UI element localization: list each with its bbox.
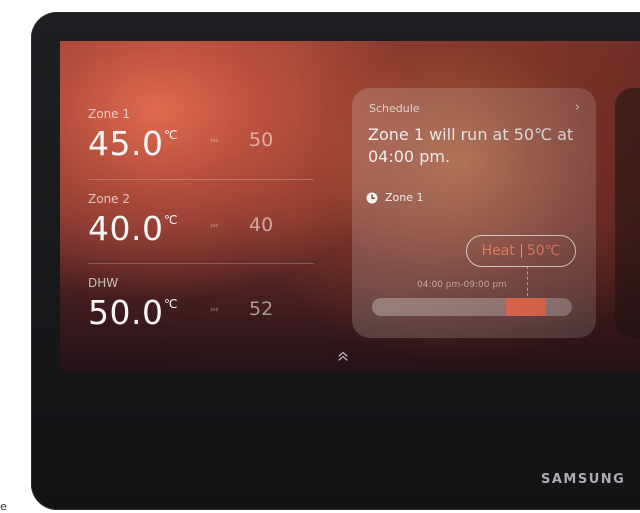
zone-label: Zone 1 (88, 107, 130, 121)
divider (88, 179, 314, 180)
schedule-title: Schedule (369, 102, 420, 115)
current-temperature: 50.0 (88, 293, 164, 332)
schedule-zone: Zone 1 (366, 191, 424, 204)
target-temperature: 40 (249, 214, 274, 236)
temperature-unit: ℃ (164, 297, 178, 311)
clock-icon (366, 192, 378, 203)
pill-separator (520, 244, 522, 258)
arrows-icon: ››› (210, 305, 219, 315)
zone-label: DHW (88, 276, 119, 290)
pill-connector (527, 266, 528, 296)
temperature-unit: ℃ (164, 213, 178, 227)
zone-1-row[interactable]: Zone 1 45.0 ℃ ››› 50 (88, 107, 316, 163)
divider (88, 263, 314, 264)
schedule-message: Zone 1 will run at 50℃ at 04:00 pm. (368, 125, 574, 166)
thermostat-screen: Zone 1 45.0 ℃ ››› 50 Zone 2 40.0 ℃ ››› 4… (60, 41, 640, 372)
temperature-unit: ℃ (164, 128, 178, 142)
chevron-double-up-icon[interactable] (337, 350, 349, 362)
current-temperature: 45.0 (88, 124, 164, 163)
stray-text: e (0, 500, 7, 513)
heat-mode-label: Heat (481, 243, 515, 259)
zone-label: Zone 2 (88, 192, 130, 206)
dhw-row[interactable]: DHW 50.0 ℃ ››› 52 (88, 276, 316, 332)
schedule-timeline[interactable] (372, 298, 572, 316)
heat-mode-pill[interactable]: Heat 50℃ (466, 235, 576, 267)
schedule-time-range: 04:00 pm-09:00 pm (417, 280, 507, 290)
schedule-zone-label: Zone 1 (385, 191, 424, 204)
chevron-right-icon[interactable]: › (575, 100, 580, 115)
target-temperature: 52 (249, 298, 274, 320)
arrows-icon: ››› (210, 221, 219, 231)
arrows-icon: ››› (210, 136, 219, 146)
current-temperature: 40.0 (88, 209, 164, 248)
scheduled-period (506, 298, 546, 316)
heat-mode-temperature: 50℃ (526, 243, 561, 259)
next-card-peek[interactable] (615, 88, 640, 338)
schedule-card[interactable]: Schedule › Zone 1 will run at 50℃ at 04:… (352, 88, 596, 338)
zone-2-row[interactable]: Zone 2 40.0 ℃ ››› 40 (88, 192, 316, 248)
brand-logo: SAMSUNG (541, 472, 626, 487)
target-temperature: 50 (249, 129, 274, 151)
